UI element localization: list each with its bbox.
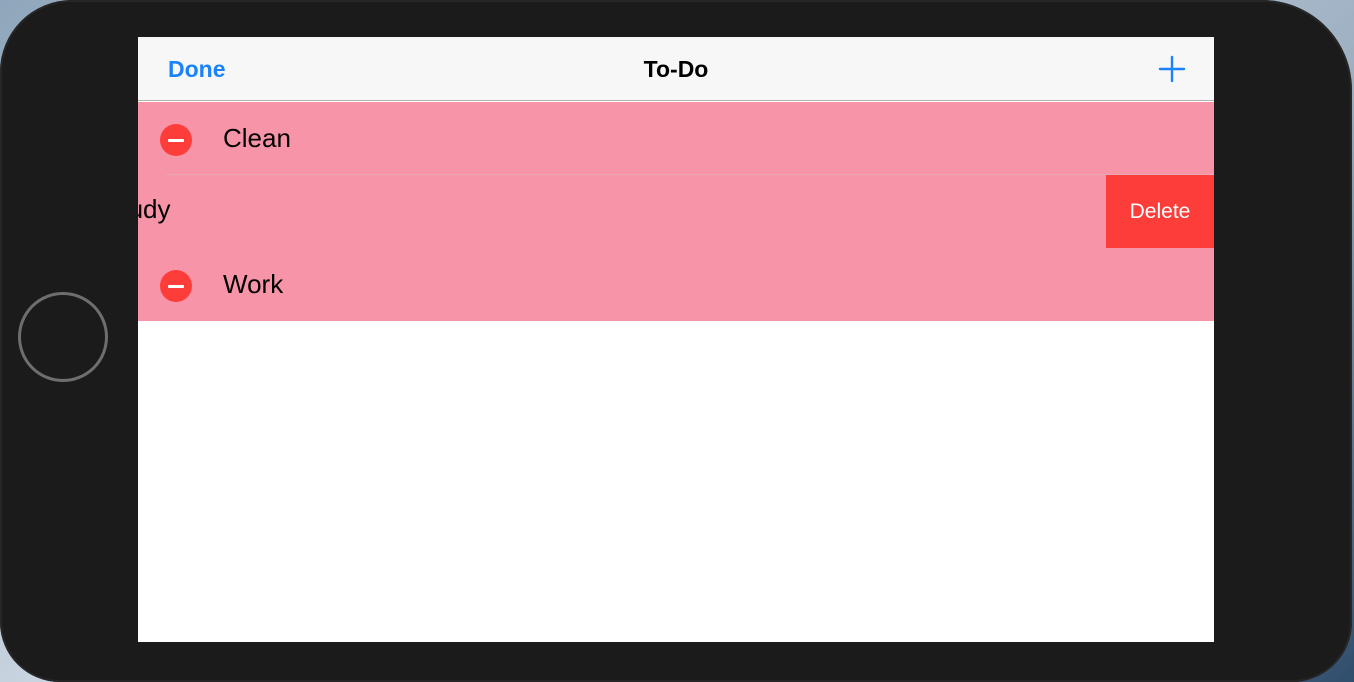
home-button[interactable] <box>18 292 108 382</box>
app-screen: Done To-Do Clean Study Delete Work <box>138 37 1214 642</box>
navigation-bar: Done To-Do <box>138 37 1214 101</box>
list-item-label: Clean <box>223 123 291 153</box>
delete-control-minus-icon[interactable] <box>160 124 192 156</box>
list-item-work[interactable]: Work <box>138 248 1214 321</box>
plus-icon[interactable] <box>1158 55 1186 83</box>
page-title: To-Do <box>643 56 709 82</box>
device-frame: Done To-Do Clean Study Delete Work <box>0 0 1352 682</box>
list-item-study[interactable]: Study Delete <box>138 175 1214 248</box>
list-item-clean[interactable]: Clean <box>138 102 1214 175</box>
delete-control-minus-icon[interactable] <box>160 270 192 302</box>
list-item-label: Work <box>223 269 284 299</box>
list-item-label: Study <box>138 194 171 224</box>
delete-button[interactable]: Delete <box>1106 175 1214 248</box>
